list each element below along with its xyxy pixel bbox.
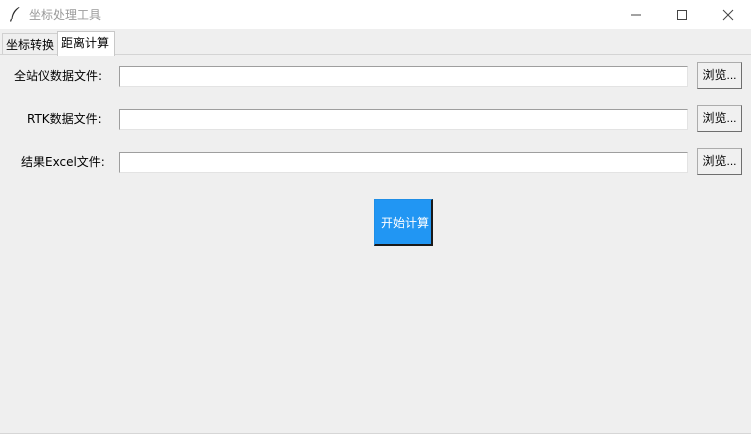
rtk-file-label: RTK数据文件: bbox=[27, 112, 102, 126]
result-excel-browse-button[interactable]: 浏览... bbox=[697, 148, 742, 175]
rtk-browse-button[interactable]: 浏览... bbox=[697, 105, 742, 132]
rtk-file-input[interactable] bbox=[119, 109, 688, 130]
total-station-file-input[interactable] bbox=[119, 66, 688, 87]
result-excel-file-input[interactable] bbox=[119, 152, 688, 173]
close-button[interactable] bbox=[705, 0, 751, 29]
maximize-icon bbox=[677, 10, 687, 20]
total-station-file-label: 全站仪数据文件: bbox=[14, 69, 103, 83]
minimize-icon bbox=[631, 14, 641, 16]
tab-coordinate-conversion[interactable]: 坐标转换 bbox=[2, 33, 58, 55]
window-title: 坐标处理工具 bbox=[29, 8, 102, 22]
close-icon bbox=[722, 9, 734, 21]
maximize-button[interactable] bbox=[659, 0, 705, 29]
tab-distance-calculation[interactable]: 距离计算 bbox=[57, 31, 115, 56]
tab-strip: 坐标转换 距离计算 bbox=[0, 29, 751, 56]
app-window: 坐标处理工具 坐标转换 距离计算 全站仪数据文件: 浏览... RTK数据文件:… bbox=[0, 0, 751, 434]
total-station-browse-button[interactable]: 浏览... bbox=[697, 62, 742, 89]
result-excel-file-label: 结果Excel文件: bbox=[21, 155, 105, 169]
feather-icon bbox=[9, 6, 21, 22]
minimize-button[interactable] bbox=[613, 0, 659, 29]
start-calculation-button[interactable]: 开始计算 bbox=[374, 199, 433, 246]
title-bar[interactable]: 坐标处理工具 bbox=[0, 0, 751, 29]
